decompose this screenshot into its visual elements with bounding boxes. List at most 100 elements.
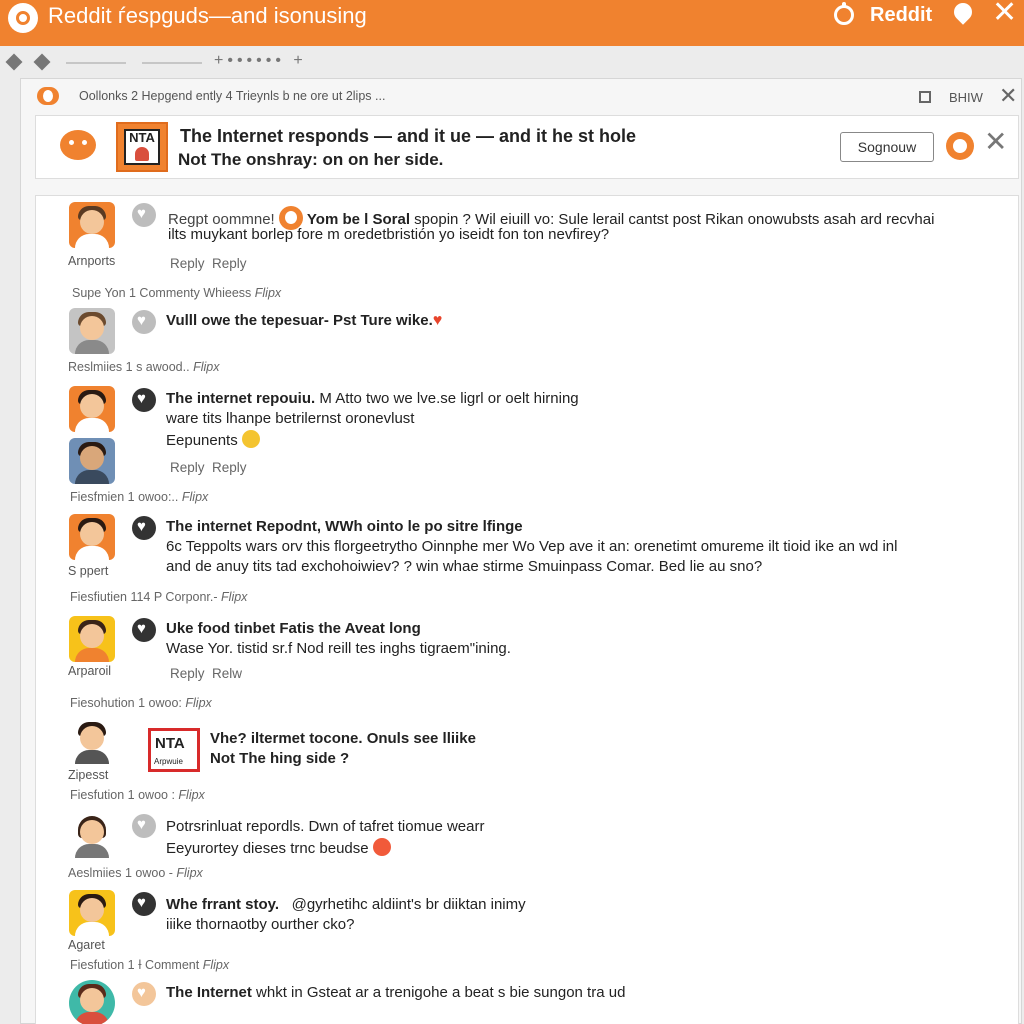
back-arrow-icon[interactable] (5, 53, 23, 71)
comment-text-line3: Eepunents (166, 430, 260, 449)
nta-badge-label: NTA (129, 130, 155, 145)
meta-tag[interactable]: Flipx (185, 696, 211, 710)
avatar[interactable] (69, 718, 115, 764)
meta-text: Supe Yon 1 Commenty Whieess (72, 286, 252, 300)
blush-emoji-icon (372, 838, 391, 856)
comment-title: The Internet (166, 984, 252, 1001)
progress-track (66, 62, 126, 64)
nta-badge-sub: Arpwuie (154, 757, 183, 766)
comment-body: whkt in Gsteat ar a trenigohe a beat s b… (256, 984, 626, 1001)
window-icon[interactable] (919, 91, 931, 103)
info-close-icon[interactable]: ✕ (999, 83, 1017, 109)
like-heart-icon[interactable] (132, 892, 156, 916)
comment-text-line2: iiike thornaotby ourther cko? (166, 916, 355, 933)
reply-link[interactable]: Reply (170, 256, 205, 271)
comment-text-line2: Eeyurortey dieses trnc beudse (166, 838, 391, 857)
smile-emoji-icon (241, 430, 260, 448)
face-emoji-icon (132, 982, 156, 1006)
avatar[interactable] (69, 812, 115, 858)
avatar[interactable] (69, 514, 115, 560)
meta-tag[interactable]: Flipx (182, 490, 208, 504)
post-close-icon[interactable]: ✕ (984, 128, 1007, 156)
reply-row: Reply Reply (170, 460, 247, 475)
nta-badge: NTA Arpwuie (148, 728, 200, 772)
comment-text-line2: Not The hing side ? (210, 750, 350, 767)
comment-text-line2: ilts muykant borlep fore m oredetbristió… (168, 226, 610, 243)
comment-meta: Fiesfiutien 114 P Corponr.- Flipx (70, 590, 247, 604)
close-icon[interactable]: ✕ (992, 0, 1017, 28)
like-heart-icon[interactable] (132, 814, 156, 838)
meta-tag[interactable]: Flipx (193, 360, 219, 374)
meta-tag[interactable]: Flipx (255, 286, 281, 300)
main-panel: Oollonks 2 Hepgend ently 4 Trieynls b ne… (20, 78, 1022, 1024)
comment-text-line1: Potrsrinluat repordls. Dwn of tafret tio… (166, 818, 485, 835)
post-header: NTA The Internet responds — and it ue — … (35, 115, 1019, 179)
meta-tag[interactable]: Flipx (176, 866, 202, 880)
meta-tag[interactable]: Flipx (203, 958, 229, 972)
comment-body: M Atto two we lve.se ligrl or oelt hirni… (319, 390, 579, 407)
info-label[interactable]: BHIW (949, 90, 983, 105)
reply-link-2[interactable]: Reply (212, 256, 247, 271)
username[interactable]: Arparoil (68, 664, 111, 678)
forward-arrow-icon[interactable] (33, 53, 51, 71)
meta-tag[interactable]: Flipx (178, 788, 204, 802)
comment-body: Vulll owe the tepesuar- Pst Ture wike. (166, 312, 433, 329)
reddit-ring-icon[interactable] (834, 2, 854, 25)
comment-meta: Fiesfmien 1 owoo:.. Flipx (70, 490, 208, 504)
avatar[interactable] (69, 980, 115, 1024)
post-title: The Internet responds — and it ue — and … (180, 126, 637, 146)
comment-title: Whe frrant stoy. (166, 896, 280, 913)
avatar[interactable] (69, 308, 115, 354)
avatar[interactable] (69, 386, 115, 432)
meta-text: Fiesohution 1 owoo: (70, 696, 182, 710)
reply-link[interactable]: Reply (170, 666, 205, 681)
progress-track-2 (142, 62, 202, 64)
comment-meta: Aeslmiies 1 owoo - Flipx (68, 866, 203, 880)
brand-label[interactable]: Reddit (870, 4, 932, 27)
comment-meta: Fiesohution 1 owoo: Flipx (70, 696, 212, 710)
info-text: Oollonks 2 Hepgend ently 4 Trieynls b ne… (79, 89, 386, 103)
meta-text: Fiesfution 1 Ɨ Comment (70, 958, 200, 972)
username[interactable]: S ppert (68, 564, 108, 578)
meta-tag[interactable]: Flipx (221, 590, 247, 604)
comment-body-3: Eepunents (166, 432, 238, 449)
like-heart-icon[interactable] (132, 516, 156, 540)
like-heart-icon[interactable] (132, 203, 156, 227)
comment-text-line1: Whe frrant stoy. @gyrhetihc aldiint's br… (166, 896, 526, 913)
avatar[interactable] (69, 890, 115, 936)
signup-button[interactable]: Sognouw (840, 132, 934, 162)
reddit-logo-icon[interactable] (8, 3, 38, 33)
like-heart-icon[interactable] (132, 310, 156, 334)
location-pin-icon[interactable] (950, 0, 976, 25)
person-icon (135, 147, 149, 161)
comment-text-line1: Uke food tinbet Fatis the Aveat long (166, 620, 421, 637)
nta-badge-label: NTA (155, 735, 185, 752)
comment-text-line3: and de anuy tits tad exchohoiwiev? ? win… (166, 558, 763, 575)
meta-text: Fiesfmien 1 owoo:.. (70, 490, 179, 504)
avatar[interactable] (69, 616, 115, 662)
like-heart-icon[interactable] (132, 618, 156, 642)
username[interactable]: Arnports (68, 254, 115, 268)
like-heart-icon[interactable] (132, 388, 156, 412)
post-subtitle: Not The onshray: on on her side. (178, 150, 444, 169)
comment-text-line2: Wase Yor. tistid sr.f Nod reill tes ingh… (166, 640, 511, 657)
reply-link-2[interactable]: Reply (212, 460, 247, 475)
navigation-strip: +•••••• + (0, 48, 1024, 78)
nta-badge: NTA (116, 122, 168, 172)
meta-text: Fiesfiutien 114 P Corponr.- (70, 590, 218, 604)
record-ring-icon[interactable] (946, 132, 974, 160)
reply-link-2[interactable]: Relw (212, 666, 242, 681)
comment-title: The internet repouiu. (166, 390, 316, 407)
comment-meta: Supe Yon 1 Commenty Whieess Flipx (72, 286, 281, 300)
comment-body: @gyrhetihc aldiint's br diiktan inimy (291, 896, 526, 913)
reply-link[interactable]: Reply (170, 460, 205, 475)
comment-meta: Reslmiies 1 s awood.. Flipx (68, 360, 219, 374)
username[interactable]: Zipesst (68, 768, 108, 782)
heart-emoji-icon: ♥ (432, 312, 443, 329)
avatar[interactable] (69, 202, 115, 248)
comment-text-line2: ware tits lhanpe betrilernst oronevlust (166, 410, 415, 427)
avatar-2[interactable] (69, 438, 115, 484)
username[interactable]: Aeslmiies 1 owoo - (68, 866, 173, 880)
username[interactable]: Reslmiies 1 s awood.. (68, 360, 190, 374)
username[interactable]: Agaret (68, 938, 105, 952)
